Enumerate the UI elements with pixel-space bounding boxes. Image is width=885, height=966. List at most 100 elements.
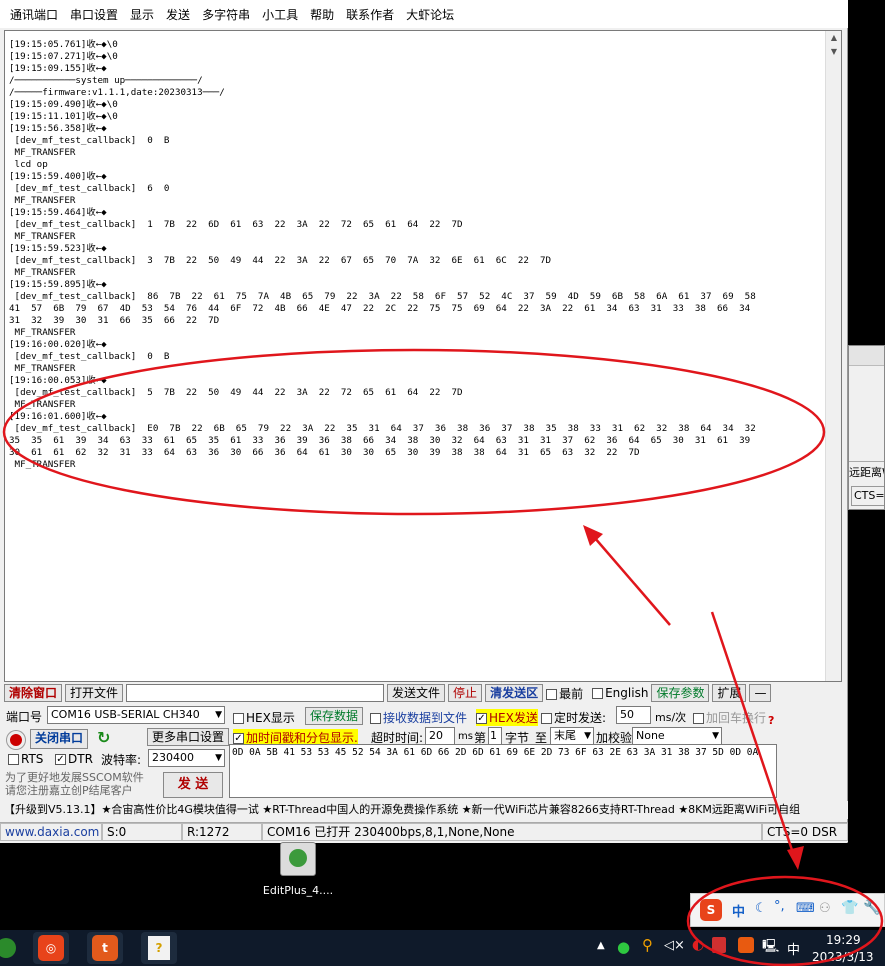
ime-mode-label[interactable]: 中: [732, 901, 745, 920]
ad-banner[interactable]: 【升级到V5.13.1】★合宙高性价比4G模块值得一试 ★RT-Thread中国…: [0, 801, 848, 819]
status-bar: www.daxia.com S:0 R:1272 COM16 已打开 23040…: [0, 822, 848, 842]
promo-text[interactable]: 为了更好地发展SSCOM软件 请您注册嘉立创P结尾客户: [5, 771, 144, 797]
website-link[interactable]: www.daxia.com: [0, 823, 102, 841]
rts-checkbox[interactable]: RTS: [8, 752, 43, 766]
log-line: /───────────system up─────────────/: [9, 75, 203, 86]
log-line: 41 57 6B 79 67 4D 53 54 76 44 6F 72 4B 6…: [9, 303, 751, 314]
clock-time[interactable]: 19:29: [826, 933, 861, 947]
background-window-text: 远距离W: [849, 461, 884, 483]
add-newline-checkbox[interactable]: 加回车换行: [693, 709, 766, 726]
sogou-icon[interactable]: S: [700, 899, 722, 921]
chevron-down-icon: ▼: [215, 710, 222, 720]
clear-send-button[interactable]: 清发送区: [485, 684, 544, 702]
log-line: 31 32 39 30 31 66 35 66 22 7D: [9, 315, 220, 326]
wechat-icon[interactable]: ●: [617, 938, 630, 956]
menu-display[interactable]: 显示: [124, 6, 160, 23]
log-line: MF_TRANSFER: [9, 147, 76, 158]
english-checkbox[interactable]: English: [592, 686, 648, 700]
app-tray-icon-3[interactable]: [738, 937, 754, 953]
log-line: [19:15:05.761]收←◆\0: [9, 39, 118, 50]
send-file-button[interactable]: 发送文件: [387, 684, 446, 702]
open-file-button[interactable]: 打开文件: [65, 684, 124, 702]
collapse-button[interactable]: —: [749, 684, 772, 702]
close-port-button[interactable]: 关闭串口: [30, 729, 89, 749]
input-method-indicator[interactable]: 中: [787, 939, 800, 958]
log-line: /─────firmware:v1.1.1,date:20230313───/: [9, 87, 225, 98]
log-line: MF_TRANSFER: [9, 327, 76, 338]
receive-area[interactable]: [19:15:05.761]收←◆\0 [19:15:07.271]收←◆\0 [1…: [4, 30, 842, 682]
baud-select[interactable]: 230400 ▼: [148, 749, 225, 767]
app-tray-icon-1[interactable]: ◐: [692, 937, 704, 953]
taskbar-app-1[interactable]: ◎: [33, 932, 69, 964]
log-line: [dev_mf_test_callback] 1 7B 22 6D 61 63 …: [9, 219, 463, 230]
port-select[interactable]: COM16 USB-SERIAL CH340 ▼: [47, 706, 225, 724]
moon-icon[interactable]: ☾: [755, 901, 767, 916]
hex-send-checkbox[interactable]: ✓ HEX发送: [476, 709, 538, 726]
log-line: MF_TRANSFER: [9, 459, 76, 470]
voice-icon[interactable]: ⚇: [819, 901, 831, 916]
timed-send-checkbox[interactable]: 定时发送:: [541, 709, 606, 726]
menu-bar: 通讯端口 串口设置 显示 发送 多字符串 小工具 帮助 联系作者 大虾论坛: [0, 0, 848, 28]
file-path-input[interactable]: [126, 684, 385, 702]
scroll-up-icon[interactable]: ▲: [826, 31, 841, 45]
checksum-select[interactable]: None ▼: [632, 727, 722, 745]
chevron-up-icon[interactable]: ▲: [597, 940, 605, 951]
menu-serial-settings[interactable]: 串口设置: [64, 6, 124, 23]
background-window-titlebar: [849, 346, 884, 366]
network-icon[interactable]: 🖳: [762, 937, 779, 959]
menu-comm-port[interactable]: 通讯端口: [4, 6, 64, 23]
hex-display-checkbox[interactable]: HEX显示: [233, 709, 295, 726]
skin-icon[interactable]: 👕: [841, 900, 858, 916]
taskbar-app-3[interactable]: ?: [141, 932, 177, 964]
background-window-field: CTS=: [851, 486, 884, 506]
more-port-settings-button[interactable]: 更多串口设置: [147, 728, 230, 746]
clear-window-button[interactable]: 清除窗口: [4, 684, 63, 702]
taskbar: ◎ t ? ▲ ● ⚲ ◁× ◐ 🖳 中 19:29 2023/3/13: [0, 930, 885, 966]
menu-multi-string[interactable]: 多字符串: [196, 6, 256, 23]
log-line: [19:15:07.271]收←◆\0: [9, 51, 118, 62]
desktop-icon-editplus[interactable]: EditPlus_4....: [258, 838, 338, 908]
log-line: [dev_mf_test_callback] E0 7B 22 6B 65 79…: [9, 423, 756, 434]
send-button[interactable]: 发 送: [163, 772, 223, 798]
timeout-unit: ms: [458, 731, 473, 742]
save-params-button[interactable]: 保存参数: [651, 684, 710, 702]
scroll-down-icon[interactable]: ▼: [826, 45, 841, 59]
interval-input[interactable]: 50: [616, 706, 651, 724]
help-icon[interactable]: ?: [768, 714, 774, 727]
dtr-checkbox[interactable]: ✓ DTR: [55, 752, 93, 766]
log-line: MF_TRANSFER: [9, 363, 76, 374]
send-input[interactable]: 0D 0A 5B 41 53 53 45 52 54 3A 61 6D 66 2…: [229, 744, 777, 798]
sscom-window: 通讯端口 串口设置 显示 发送 多字符串 小工具 帮助 联系作者 大虾论坛 [1…: [0, 0, 848, 843]
receive-scrollbar[interactable]: ▲ ▼: [825, 31, 841, 681]
start-button[interactable]: [0, 932, 24, 964]
log-line: [19:15:11.101]收←◆\0: [9, 111, 118, 122]
menu-forum[interactable]: 大虾论坛: [400, 6, 460, 23]
log-line: MF_TRANSFER: [9, 267, 76, 278]
save-data-button[interactable]: 保存数据: [305, 707, 364, 725]
wrench-icon[interactable]: 🔧: [863, 900, 880, 916]
search-icon[interactable]: ⚲: [642, 936, 653, 954]
recv-count: R:1272: [182, 823, 262, 841]
refresh-icon[interactable]: ↻: [97, 728, 110, 747]
baud-label: 波特率:: [101, 753, 142, 767]
clock-date[interactable]: 2023/3/13: [812, 950, 874, 964]
taskbar-app-2[interactable]: t: [87, 932, 123, 964]
timeout-input[interactable]: 20: [425, 727, 455, 745]
tail-select[interactable]: 末尾 ▼: [550, 727, 594, 745]
punctuation-icon[interactable]: °,: [774, 899, 785, 914]
menu-send[interactable]: 发送: [160, 6, 196, 23]
volume-mute-icon[interactable]: ◁×: [664, 938, 685, 953]
menu-contact[interactable]: 联系作者: [340, 6, 400, 23]
recv-to-file-checkbox[interactable]: 接收数据到文件: [370, 709, 467, 726]
background-window[interactable]: 远距离W CTS=: [848, 345, 885, 510]
topmost-checkbox[interactable]: 最前: [546, 685, 583, 702]
menu-help[interactable]: 帮助: [304, 6, 340, 23]
app-tray-icon-2[interactable]: [712, 937, 726, 953]
stop-button[interactable]: 停止: [448, 684, 483, 702]
keyboard-icon[interactable]: ⌨: [796, 901, 815, 916]
log-line: 35 35 61 39 34 63 33 61 65 35 61 33 36 3…: [9, 435, 751, 446]
port-label: 端口号: [6, 710, 43, 724]
byte-index-input[interactable]: 1: [488, 727, 502, 745]
expand-button[interactable]: 扩展: [712, 684, 747, 702]
menu-tools[interactable]: 小工具: [256, 6, 304, 23]
